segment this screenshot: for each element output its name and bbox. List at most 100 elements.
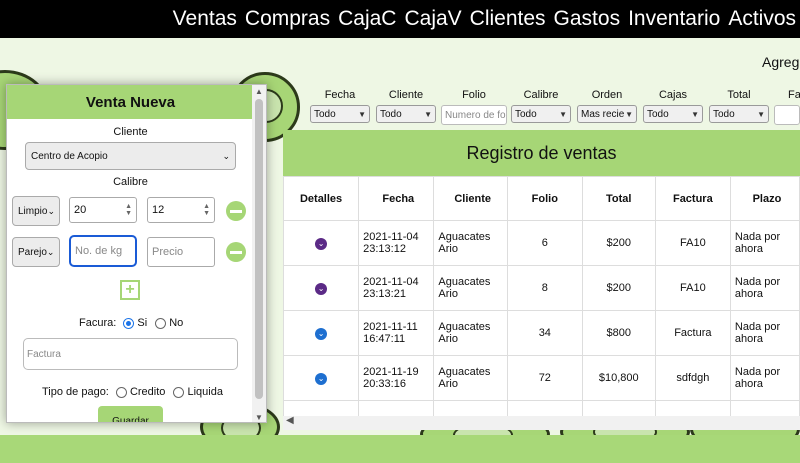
folio-input[interactable]: Numero de fol	[441, 105, 507, 125]
filter-label: Folio	[462, 89, 486, 101]
detalles-cell: ⌄	[283, 400, 360, 416]
total-cell: $800	[581, 310, 656, 356]
cliente-select[interactable]: Todo ▼	[376, 105, 436, 123]
nav-inventario[interactable]: Inventario	[628, 7, 720, 31]
tipo-pago-label: Tipo de pago:	[42, 386, 109, 398]
filter-cajas: Cajas Todo ▼	[643, 89, 703, 123]
folio-cell	[506, 400, 583, 416]
credito-label[interactable]: Credito	[130, 386, 165, 398]
tipo-select[interactable]: Parejo ⌄	[12, 237, 60, 267]
col-fecha[interactable]: Fecha	[358, 176, 435, 221]
tipo-select[interactable]: Limpio ⌄	[12, 196, 60, 226]
agrega-label[interactable]: Agrega	[762, 54, 800, 70]
kg-input[interactable]: No. de kg	[69, 235, 137, 267]
total-cell: $200	[581, 265, 656, 311]
factura-no-label[interactable]: No	[169, 317, 183, 329]
factura-si-radio[interactable]	[123, 317, 135, 329]
col-plazo[interactable]: Plazo	[729, 176, 800, 221]
factura-cell: Factura	[654, 310, 731, 356]
nav-activos[interactable]: Activos	[728, 7, 796, 31]
col-folio[interactable]: Folio	[506, 176, 583, 221]
fecha-select[interactable]: Todo ▼	[310, 105, 370, 123]
scrollbar-thumb[interactable]	[255, 99, 263, 399]
cliente-cell: Aguacates Ario	[433, 220, 508, 266]
cliente-cell: Aguacates Ario	[433, 265, 508, 311]
horizontal-scrollbar[interactable]: ◀	[283, 415, 800, 430]
chevron-down-icon: ▼	[757, 109, 765, 119]
factura-si-label[interactable]: Si	[137, 317, 147, 329]
liquida-label[interactable]: Liquida	[187, 386, 222, 398]
remove-line-button[interactable]	[226, 201, 246, 221]
nav-cajac[interactable]: CajaC	[338, 7, 396, 31]
filter-calibre: Calibre Todo ▼	[511, 89, 571, 123]
cliente-select[interactable]: Centro de Acopio ⌄	[25, 142, 236, 170]
liquida-radio[interactable]	[173, 386, 185, 398]
calibre-select[interactable]: Todo ▼	[511, 105, 571, 123]
filter-cliente: Cliente Todo ▼	[376, 89, 436, 123]
nav-ventas[interactable]: Ventas	[173, 7, 237, 31]
col-cliente[interactable]: Cliente	[433, 176, 508, 221]
expand-details-icon[interactable]: ⌄	[315, 282, 328, 295]
spinner-icon[interactable]: ▲ ▼	[203, 203, 210, 217]
chevron-down-icon: ▼	[559, 109, 567, 119]
cliente-label: Cliente	[113, 126, 148, 138]
factura-filter-input[interactable]	[774, 105, 800, 125]
spinner-icon[interactable]: ▲ ▼	[125, 203, 132, 217]
total-cell: $200	[581, 220, 656, 266]
cajas-select[interactable]: Todo ▼	[643, 105, 703, 123]
orden-select[interactable]: Mas recie ▼	[577, 105, 637, 123]
factura-no-radio[interactable]	[155, 317, 167, 329]
table-row: ⌄ 2021-11-04 23:13:21 Aguacates Ario 8 $200 F…	[283, 265, 800, 311]
factura-input[interactable]: Factura	[23, 338, 238, 370]
folio-cell: 34	[506, 310, 583, 356]
credito-radio[interactable]	[115, 386, 127, 398]
col-total[interactable]: Total	[581, 176, 656, 221]
filter-orden: Orden Mas recie ▼	[577, 89, 637, 123]
scroll-down-icon[interactable]: ▼	[255, 413, 263, 422]
scroll-left-icon[interactable]: ◀	[286, 415, 294, 426]
plazo-cell: Nada por ahora	[729, 220, 800, 266]
plazo-cell: Nada por ahora	[729, 265, 800, 311]
cliente-cell: Aguacates	[433, 400, 508, 416]
cliente-cell: Aguacates Ario	[433, 355, 508, 401]
vertical-scrollbar[interactable]: ▲ ▼	[252, 85, 266, 422]
expand-details-icon[interactable]: ⌄	[315, 372, 328, 385]
add-line-button[interactable]: +	[120, 280, 140, 300]
nav-gastos[interactable]: Gastos	[554, 7, 621, 31]
detalles-cell: ⌄	[283, 265, 360, 311]
fecha-cell: 2021-11-11 16:47:11	[358, 310, 435, 356]
remove-line-button[interactable]	[226, 242, 246, 262]
guardar-button[interactable]: Guardar	[98, 406, 163, 422]
filter-factura: Fa	[774, 89, 800, 125]
calibre-label: Calibre	[113, 176, 148, 188]
fecha-cell: 2021-11-20	[358, 400, 435, 416]
col-factura[interactable]: Factura	[654, 176, 731, 221]
ventas-table: Detalles Fecha Cliente Folio Total Factu…	[283, 176, 800, 416]
precio-input[interactable]: Precio	[147, 237, 215, 267]
filter-label: Total	[727, 89, 751, 101]
nav-clientes[interactable]: Clientes	[470, 7, 546, 31]
registro-title: Registro de ventas	[283, 130, 800, 176]
filter-label: Cajas	[658, 89, 688, 101]
table-row: ⌄ 2021-11-19 20:33:16 Aguacates Ario 72 $10,…	[283, 355, 800, 401]
chevron-down-icon: ▼	[424, 109, 432, 119]
detalles-cell: ⌄	[283, 310, 360, 356]
filter-label: Orden	[591, 89, 623, 101]
table-header-row: Detalles Fecha Cliente Folio Total Factu…	[283, 176, 800, 221]
plazo-cell: Nada por ahora	[729, 355, 800, 401]
cantidad-input[interactable]: 20 ▲ ▼	[69, 197, 137, 223]
total-select[interactable]: Todo ▼	[709, 105, 769, 123]
nav-cajav[interactable]: CajaV	[404, 7, 461, 31]
nav-compras[interactable]: Compras	[245, 7, 330, 31]
total-cell	[581, 400, 656, 416]
expand-details-icon[interactable]: ⌄	[315, 237, 328, 250]
factura-cell: FA10	[654, 220, 731, 266]
chevron-down-icon: ▼	[358, 109, 366, 119]
total-cell: $10,800	[581, 355, 656, 401]
precio-input[interactable]: 12 ▲ ▼	[147, 197, 215, 223]
col-detalles[interactable]: Detalles	[283, 176, 360, 221]
expand-details-icon[interactable]: ⌄	[315, 327, 328, 340]
scroll-up-icon[interactable]: ▲	[255, 87, 263, 96]
filter-label: Fa	[788, 89, 800, 101]
factura-label: Facura:	[79, 317, 117, 329]
